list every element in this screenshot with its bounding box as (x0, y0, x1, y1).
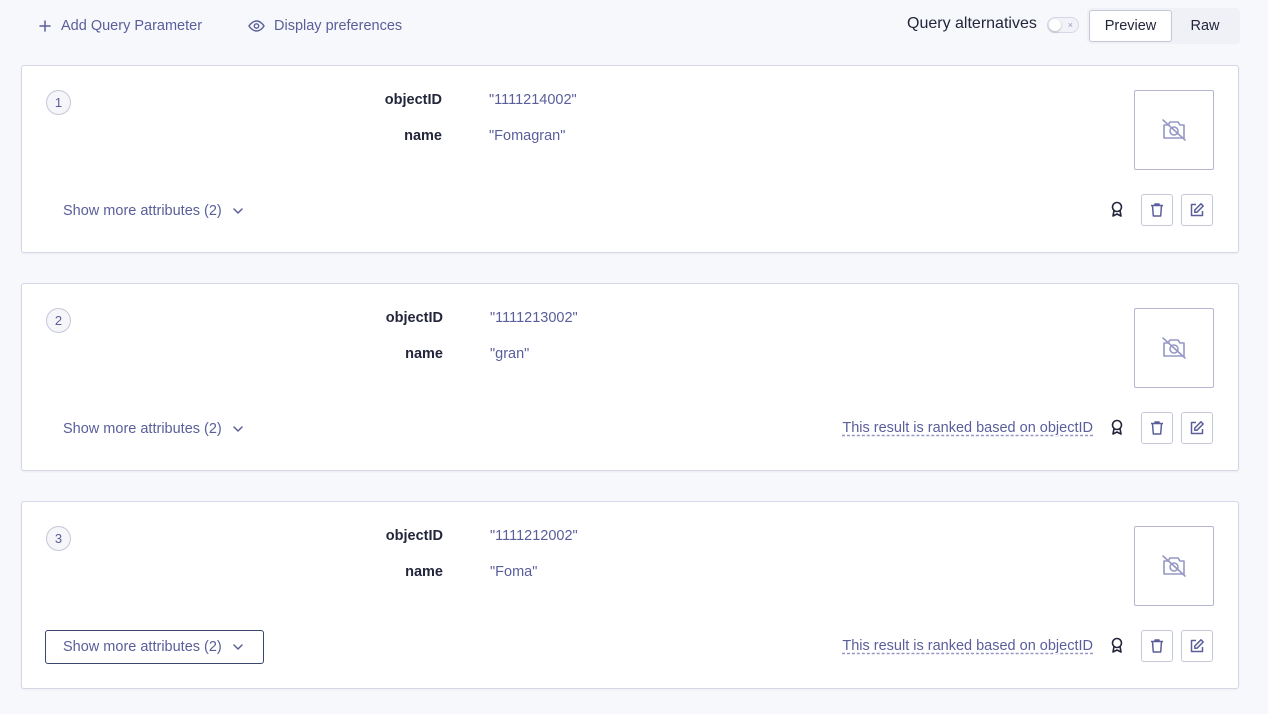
no-image-camera-icon (1162, 337, 1186, 359)
image-placeholder (1134, 90, 1214, 170)
hit-card: 2 objectID "1111213002" name "gran" Show… (21, 283, 1239, 471)
delete-hit-button[interactable] (1141, 194, 1173, 226)
toggle-off-icon: × (1067, 20, 1073, 30)
chevron-down-icon (233, 644, 243, 650)
delete-hit-button[interactable] (1141, 630, 1173, 662)
show-more-label: Show more attributes (2) (63, 203, 222, 219)
show-more-attributes-button[interactable]: Show more attributes (2) (45, 630, 264, 664)
attribute-key: objectID (385, 528, 443, 544)
attribute-value: "Foma" (490, 564, 538, 580)
attribute-key: objectID (384, 92, 442, 108)
attribute-value: "Fomagran" (489, 128, 566, 144)
attribute-key: name (405, 564, 443, 580)
show-more-label: Show more attributes (2) (63, 639, 222, 655)
plus-icon (39, 20, 51, 32)
edit-hit-button[interactable] (1181, 194, 1213, 226)
award-icon[interactable] (1108, 636, 1126, 654)
edit-icon (1190, 421, 1204, 435)
raw-view-button[interactable]: Raw (1172, 10, 1238, 42)
display-preferences-button[interactable]: Display preferences (248, 14, 402, 38)
attribute-key: name (404, 128, 442, 144)
trash-icon (1151, 203, 1163, 217)
image-placeholder (1134, 526, 1214, 606)
attribute-value: "1111212002" (490, 528, 578, 544)
attribute-value: "1111214002" (489, 92, 577, 108)
attribute-value: "1111213002" (490, 310, 578, 326)
query-alternatives-label: Query alternatives (907, 15, 1037, 32)
ranking-explanation-link[interactable]: This result is ranked based on objectID (842, 420, 1093, 436)
edit-hit-button[interactable] (1181, 630, 1213, 662)
add-query-parameter-label: Add Query Parameter (61, 18, 203, 34)
show-more-attributes-button[interactable]: Show more attributes (2) (45, 412, 264, 446)
add-query-parameter-button[interactable]: Add Query Parameter (38, 14, 202, 38)
no-image-camera-icon (1162, 119, 1186, 141)
hit-card: 1 objectID "1111214002" name "Fomagran" … (21, 65, 1239, 253)
delete-hit-button[interactable] (1141, 412, 1173, 444)
hit-rank-badge: 1 (46, 90, 71, 115)
query-alternatives-toggle[interactable]: × (1047, 17, 1079, 33)
preview-view-button[interactable]: Preview (1089, 10, 1172, 42)
award-icon[interactable] (1108, 200, 1126, 218)
edit-hit-button[interactable] (1181, 412, 1213, 444)
view-switcher: Preview Raw (1087, 8, 1240, 44)
chevron-down-icon (233, 426, 243, 432)
ranking-explanation-link[interactable]: This result is ranked based on objectID (842, 638, 1093, 654)
attribute-key: name (405, 346, 443, 362)
edit-icon (1190, 203, 1204, 217)
attribute-value: "gran" (490, 346, 530, 362)
award-icon[interactable] (1108, 418, 1126, 436)
hit-card: 3 objectID "1111212002" name "Foma" Show… (21, 501, 1239, 689)
show-more-attributes-button[interactable]: Show more attributes (2) (45, 194, 264, 228)
edit-icon (1190, 639, 1204, 653)
no-image-camera-icon (1162, 555, 1186, 577)
results-toolbar: Add Query Parameter Display preferences … (0, 0, 1268, 52)
display-preferences-label: Display preferences (274, 18, 403, 34)
trash-icon (1151, 421, 1163, 435)
hit-rank-badge: 3 (46, 526, 71, 551)
toggle-knob (1049, 19, 1061, 31)
chevron-down-icon (233, 208, 243, 214)
trash-icon (1151, 639, 1163, 653)
eye-icon (248, 20, 265, 32)
attribute-key: objectID (385, 310, 443, 326)
show-more-label: Show more attributes (2) (63, 421, 222, 437)
hit-rank-badge: 2 (46, 308, 71, 333)
image-placeholder (1134, 308, 1214, 388)
